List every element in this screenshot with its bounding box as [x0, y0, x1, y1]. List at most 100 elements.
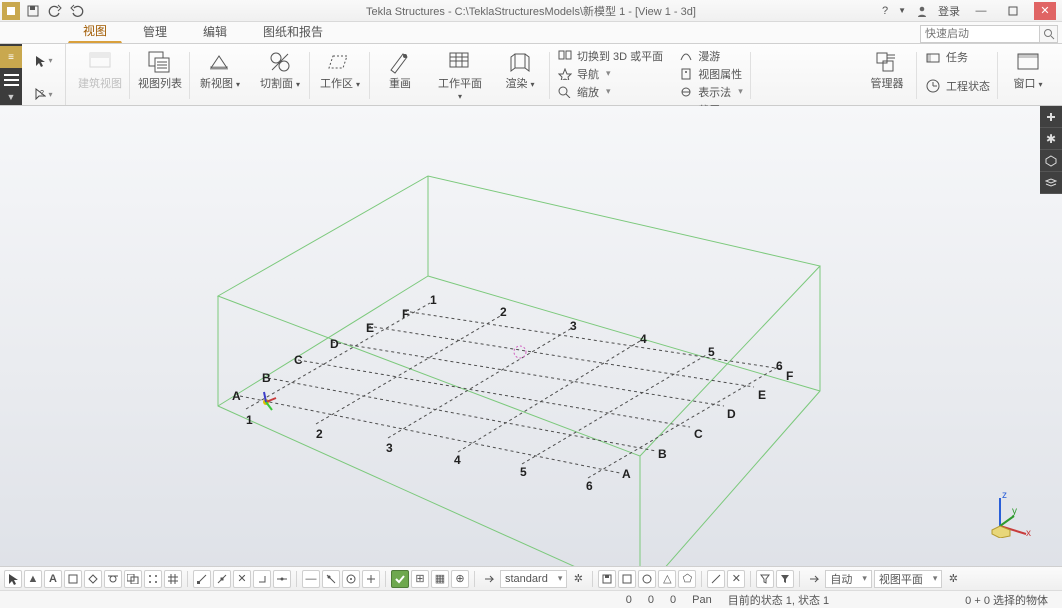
snap-standard-combo[interactable]: standard▾	[500, 570, 567, 588]
representation-button[interactable]: 表示法▾	[679, 83, 743, 100]
help-tool[interactable]: ? ▾	[22, 84, 65, 106]
snap-near-icon[interactable]	[322, 570, 340, 588]
status-z: 0	[662, 594, 684, 606]
bottom-toolbar: ▲ A ✕ — ⊞ ▦ ⊕ standard▾ ✲ △ ⬠ ✕ 自动▾ 视图平面…	[0, 566, 1062, 590]
sel-gear-icon[interactable]: ✲	[944, 570, 962, 588]
dock-properties-icon[interactable]	[1040, 106, 1062, 128]
help-dropdown-icon[interactable]: ▼	[898, 6, 906, 15]
work-plane-button[interactable]: 工作平面 ▾	[436, 46, 484, 102]
snap-dots-icon[interactable]	[144, 570, 162, 588]
snap-gear-icon[interactable]: ✲	[569, 570, 587, 588]
snap-cross3-icon[interactable]: ⊕	[451, 570, 469, 588]
snap-mid-icon[interactable]	[213, 570, 231, 588]
snap-center-icon[interactable]	[342, 570, 360, 588]
tab-edit[interactable]: 编辑	[188, 19, 242, 43]
sel-filter1-icon[interactable]	[756, 570, 774, 588]
section-button[interactable]: 切割面 ▾	[256, 46, 304, 90]
sel-tri-icon[interactable]: △	[658, 570, 676, 588]
snap-on-icon[interactable]	[391, 570, 409, 588]
user-icon[interactable]	[916, 5, 928, 17]
project-status-button[interactable]: 工程状态	[925, 77, 990, 94]
snap-cursor-icon[interactable]	[4, 570, 22, 588]
status-y: 0	[640, 594, 662, 606]
dock-gear-icon[interactable]: ✱	[1040, 128, 1062, 150]
snap-a-icon[interactable]: A	[44, 570, 62, 588]
window-button[interactable]: 窗口 ▾	[1004, 46, 1052, 90]
svg-text:5: 5	[708, 345, 715, 359]
status-state: 目前的状态 1, 状态 1	[720, 592, 837, 608]
sel-x-icon[interactable]: ✕	[727, 570, 745, 588]
redraw-button[interactable]: 重画	[376, 46, 424, 90]
zoom-button[interactable]: 缩放▾	[558, 83, 663, 100]
status-mode: Pan	[684, 594, 720, 606]
render-button[interactable]: 渲染 ▾	[496, 46, 544, 90]
svg-text:2: 2	[500, 305, 507, 319]
titlebar-left	[0, 2, 86, 20]
menu-icon[interactable]	[4, 74, 19, 86]
minimize-icon[interactable]: —	[970, 2, 992, 20]
app-icon[interactable]	[2, 2, 20, 20]
search-icon[interactable]	[1040, 25, 1058, 43]
view-list-button[interactable]: 视图列表	[136, 46, 184, 90]
manager-button[interactable]: 管理器	[863, 46, 911, 90]
quick-launch	[920, 25, 1062, 43]
dock-cube-icon[interactable]	[1040, 150, 1062, 172]
auto-combo[interactable]: 自动▾	[825, 570, 872, 588]
maximize-icon[interactable]	[1002, 2, 1024, 20]
sel-line-icon[interactable]	[707, 570, 725, 588]
roam-button[interactable]: 漫游	[679, 47, 743, 64]
sel-circle-icon[interactable]	[638, 570, 656, 588]
snap-end-icon[interactable]	[193, 570, 211, 588]
tab-drawings[interactable]: 图纸和报告	[248, 19, 338, 43]
redo-icon[interactable]	[68, 2, 86, 20]
snap-perp-icon[interactable]	[253, 570, 271, 588]
status-selection: 0 + 0 选择的物体	[957, 592, 1056, 608]
sel-save-icon[interactable]	[598, 570, 616, 588]
svg-text:?: ?	[40, 90, 44, 97]
snap-any-icon[interactable]	[362, 570, 380, 588]
snap-arrow-icon[interactable]	[480, 570, 498, 588]
axis-gizmo[interactable]: z x y	[982, 486, 1034, 538]
snap-cross2-icon[interactable]: ▦	[431, 570, 449, 588]
view-props-button[interactable]: 视图属性	[679, 65, 743, 82]
navigate-button[interactable]: 导航▾	[558, 65, 663, 82]
sel-poly2-icon[interactable]: ⬠	[678, 570, 696, 588]
sel-filter2-icon[interactable]	[776, 570, 794, 588]
snap-cross1-icon[interactable]: ⊞	[411, 570, 429, 588]
menu-bar: 视图 管理 编辑 图纸和报告	[0, 22, 1062, 44]
snap-along-icon[interactable]	[273, 570, 291, 588]
dock-layers-icon[interactable]	[1040, 172, 1062, 194]
snap-grid-icon[interactable]	[164, 570, 182, 588]
viewport-3d[interactable]: A B C D E F 1 2 3 4 5 6 F E D C B A 1 2	[0, 106, 1062, 566]
task-button[interactable]: 任务	[925, 48, 990, 65]
app-badge-icon[interactable]: ≡	[0, 46, 22, 68]
svg-text:6: 6	[776, 359, 783, 373]
snap-ext-icon[interactable]: —	[302, 570, 320, 588]
snap-square-icon[interactable]	[64, 570, 82, 588]
snap-overlap-icon[interactable]	[124, 570, 142, 588]
close-icon[interactable]: ✕	[1034, 2, 1056, 20]
work-area-button[interactable]: 工作区 ▾	[316, 46, 364, 90]
save-icon[interactable]	[24, 2, 42, 20]
tab-manage[interactable]: 管理	[128, 19, 182, 43]
svg-text:3: 3	[570, 319, 577, 333]
switch-3d-button[interactable]: 切换到 3D 或平面	[558, 47, 663, 64]
sel-box-icon[interactable]	[618, 570, 636, 588]
svg-text:A: A	[232, 389, 241, 403]
sel-arrow-icon[interactable]	[805, 570, 823, 588]
titlebar-right: ? ▼ 登录 — ✕	[882, 2, 1062, 20]
chevron-down-icon[interactable]: ▼	[7, 92, 16, 102]
snap-tangent-icon[interactable]	[104, 570, 122, 588]
new-view-button[interactable]: 新视图 ▾	[196, 46, 244, 90]
svg-text:y: y	[1012, 506, 1017, 517]
snap-poly-icon[interactable]	[84, 570, 102, 588]
snap-point-icon[interactable]: ▲	[24, 570, 42, 588]
quick-launch-input[interactable]	[920, 25, 1040, 43]
snap-int-icon[interactable]: ✕	[233, 570, 251, 588]
plane-combo[interactable]: 视图平面▾	[874, 570, 943, 588]
undo-icon[interactable]	[46, 2, 64, 20]
help-icon[interactable]: ?	[882, 5, 888, 17]
tab-view[interactable]: 视图	[68, 18, 122, 43]
pointer-tool[interactable]: ▾	[22, 50, 65, 72]
login-label[interactable]: 登录	[938, 3, 960, 19]
